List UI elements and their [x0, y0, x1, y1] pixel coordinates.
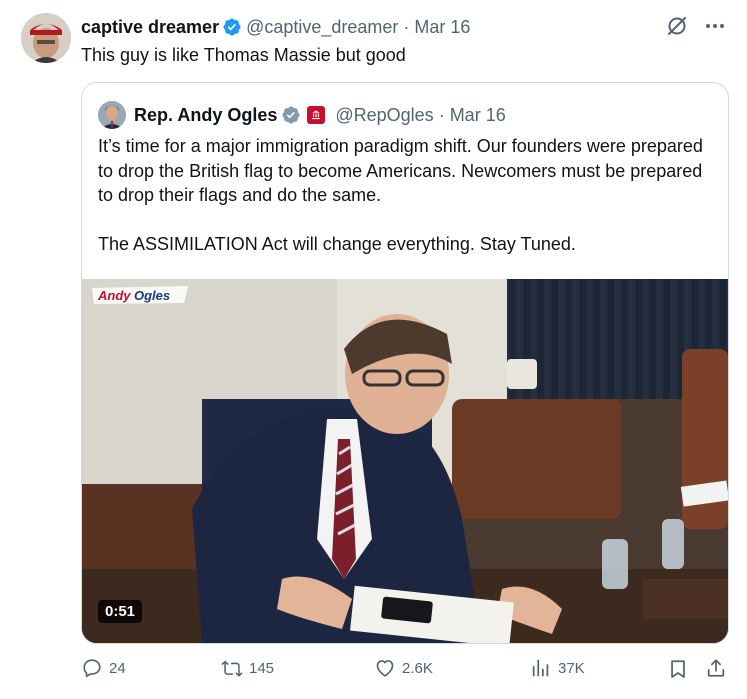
verified-icon: [282, 106, 300, 124]
separator-dot: ·: [403, 16, 410, 37]
repost-button[interactable]: 145: [221, 657, 274, 679]
share-icon[interactable]: [705, 657, 727, 679]
grok-icon[interactable]: [665, 14, 689, 38]
author-handle[interactable]: @captive_dreamer: [246, 17, 398, 38]
like-count: 2.6K: [402, 659, 433, 677]
tweet[interactable]: captive dreamer @captive_dreamer · Mar 1…: [0, 0, 747, 699]
more-icon[interactable]: [703, 14, 727, 38]
action-bar: 24 145 2.6K 37K: [81, 657, 727, 683]
avatar-image: [21, 13, 71, 63]
quoted-author-handle[interactable]: @RepOgles: [335, 105, 433, 126]
post-text: This guy is like Thomas Massie but good: [81, 45, 406, 65]
video-player[interactable]: Andy Ogles 0:51: [82, 279, 728, 643]
verified-icon: [222, 17, 242, 37]
reply-icon: [83, 659, 101, 678]
separator-dot: ·: [438, 104, 445, 125]
post-header: captive dreamer @captive_dreamer · Mar 1…: [81, 15, 470, 39]
svg-text:Andy: Andy: [97, 288, 131, 303]
quoted-date[interactable]: Mar 16: [450, 105, 506, 126]
quoted-paragraph-1: It’s time for a major immigration paradi…: [98, 136, 703, 205]
like-button[interactable]: 2.6K: [374, 657, 433, 679]
bookmark-icon[interactable]: [667, 658, 689, 680]
repost-icon: [221, 660, 243, 677]
views-icon: [532, 659, 549, 677]
like-icon: [376, 660, 394, 677]
quoted-header: Rep. Andy Ogles @RepOgles · Mar 16: [98, 101, 506, 129]
video-duration: 0:51: [98, 600, 143, 623]
quoted-tweet[interactable]: Rep. Andy Ogles @RepOgles · Mar 16 It’s …: [81, 82, 729, 644]
quoted-text: It’s time for a major immigration paradi…: [98, 134, 710, 256]
quoted-author-name[interactable]: Rep. Andy Ogles: [134, 105, 277, 126]
view-count: 37K: [558, 659, 585, 677]
svg-text:Ogles: Ogles: [134, 288, 170, 303]
header-actions: [665, 14, 727, 38]
reply-button[interactable]: 24: [81, 657, 126, 679]
government-affiliate-icon[interactable]: [307, 106, 326, 124]
reply-count: 24: [109, 659, 126, 677]
quoted-author-avatar[interactable]: [98, 101, 126, 129]
author-avatar[interactable]: [21, 13, 71, 63]
author-name[interactable]: captive dreamer: [81, 17, 219, 38]
views-button[interactable]: 37K: [530, 657, 585, 679]
video-thumbnail: [82, 279, 728, 643]
channel-logo: Andy Ogles: [92, 286, 188, 304]
repost-count: 145: [249, 659, 275, 677]
post-date[interactable]: Mar 16: [414, 17, 470, 38]
quoted-paragraph-2: The ASSIMILATION Act will change everyth…: [98, 233, 576, 254]
